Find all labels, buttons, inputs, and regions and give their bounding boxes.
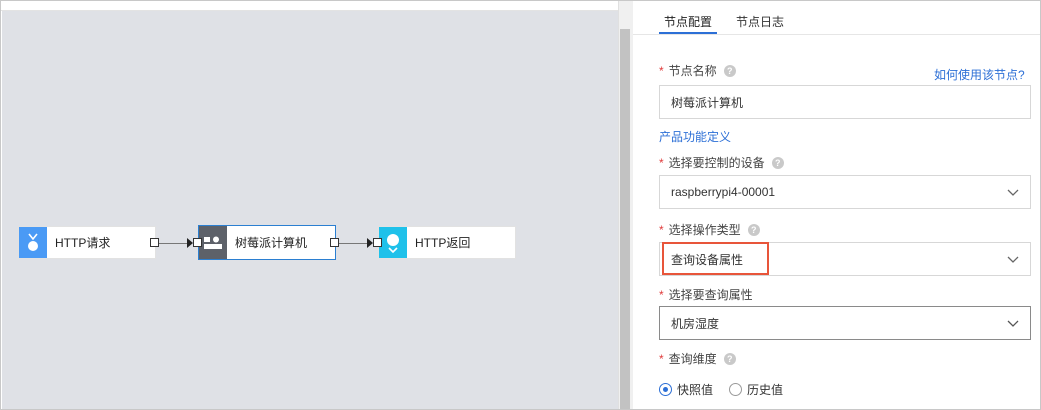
operation-label: * 选择操作类型 ? [659, 221, 760, 238]
property-label-text: 选择要查询属性 [668, 288, 753, 302]
window: HTTP请求 树莓派计算机 HTTP返回 节点配置 节点日志 * 节点名称 ? … [0, 0, 1041, 410]
device-icon [199, 226, 227, 259]
device-label: * 选择要控制的设备 ? [659, 154, 784, 171]
required-mark: * [659, 351, 664, 366]
output-port[interactable] [150, 238, 159, 247]
node-name-value: 树莓派计算机 [671, 95, 744, 110]
node-name-input[interactable]: 树莓派计算机 [659, 85, 1031, 119]
node-label: HTTP返回 [415, 236, 471, 250]
radio-label: 快照值 [677, 383, 714, 397]
radio-snapshot[interactable]: 快照值 [659, 381, 713, 398]
required-mark: * [659, 63, 664, 78]
scrollbar-thumb[interactable] [620, 29, 630, 409]
http-request-icon [19, 227, 47, 258]
operation-select[interactable]: 查询设备属性 [659, 242, 1031, 276]
connector-edge [159, 243, 187, 244]
radio-label: 历史值 [747, 383, 784, 397]
connector-edge [339, 243, 367, 244]
chevron-down-icon [1007, 320, 1019, 327]
help-icon[interactable]: ? [723, 352, 736, 365]
chevron-down-icon [1007, 189, 1019, 196]
node-raspberry-pi[interactable]: 树莓派计算机 [198, 225, 336, 260]
panel-tabs: 节点配置 节点日志 [659, 1, 803, 35]
required-mark: * [659, 287, 664, 302]
node-http-request[interactable]: HTTP请求 [18, 226, 156, 259]
tab-node-config[interactable]: 节点配置 [659, 1, 718, 34]
operation-label-text: 选择操作类型 [668, 223, 741, 237]
device-select[interactable]: raspberrypi4-00001 [659, 175, 1031, 209]
dimension-label-text: 查询维度 [668, 352, 717, 366]
canvas-top-strip [1, 1, 633, 11]
radio-button-checked[interactable] [659, 383, 672, 396]
node-http-response[interactable]: HTTP返回 [378, 226, 516, 259]
node-label: 树莓派计算机 [235, 236, 308, 250]
node-label: HTTP请求 [55, 236, 111, 250]
help-icon[interactable]: ? [771, 156, 784, 169]
property-select[interactable]: 机房湿度 [659, 306, 1031, 340]
how-to-use-link[interactable]: 如何使用该节点? [934, 66, 1025, 83]
operation-value: 查询设备属性 [671, 252, 744, 267]
property-label: * 选择要查询属性 [659, 286, 753, 303]
help-icon[interactable]: ? [747, 223, 760, 236]
dimension-radio-group: 快照值 历史值 [659, 381, 799, 398]
property-value: 机房湿度 [671, 316, 720, 331]
tab-divider [633, 34, 1040, 35]
input-port[interactable] [373, 238, 382, 247]
http-response-icon [379, 227, 407, 258]
chevron-down-icon [1007, 256, 1019, 263]
tab-node-log[interactable]: 节点日志 [731, 1, 789, 34]
node-name-label: * 节点名称 ? [659, 62, 736, 79]
device-label-text: 选择要控制的设备 [668, 156, 765, 170]
required-mark: * [659, 155, 664, 170]
flow-canvas[interactable]: HTTP请求 树莓派计算机 HTTP返回 [2, 11, 618, 409]
node-name-label-text: 节点名称 [668, 64, 717, 78]
required-mark: * [659, 222, 664, 237]
device-value: raspberrypi4-00001 [671, 185, 776, 199]
help-icon[interactable]: ? [723, 64, 736, 77]
dimension-label: * 查询维度 ? [659, 350, 736, 367]
radio-history[interactable]: 历史值 [729, 381, 783, 398]
product-definition-link[interactable]: 产品功能定义 [659, 128, 731, 145]
input-port[interactable] [193, 238, 202, 247]
node-config-panel: 节点配置 节点日志 * 节点名称 ? 如何使用该节点? 树莓派计算机 产品功能定… [633, 1, 1040, 409]
radio-button[interactable] [729, 383, 743, 396]
output-port[interactable] [330, 238, 339, 247]
